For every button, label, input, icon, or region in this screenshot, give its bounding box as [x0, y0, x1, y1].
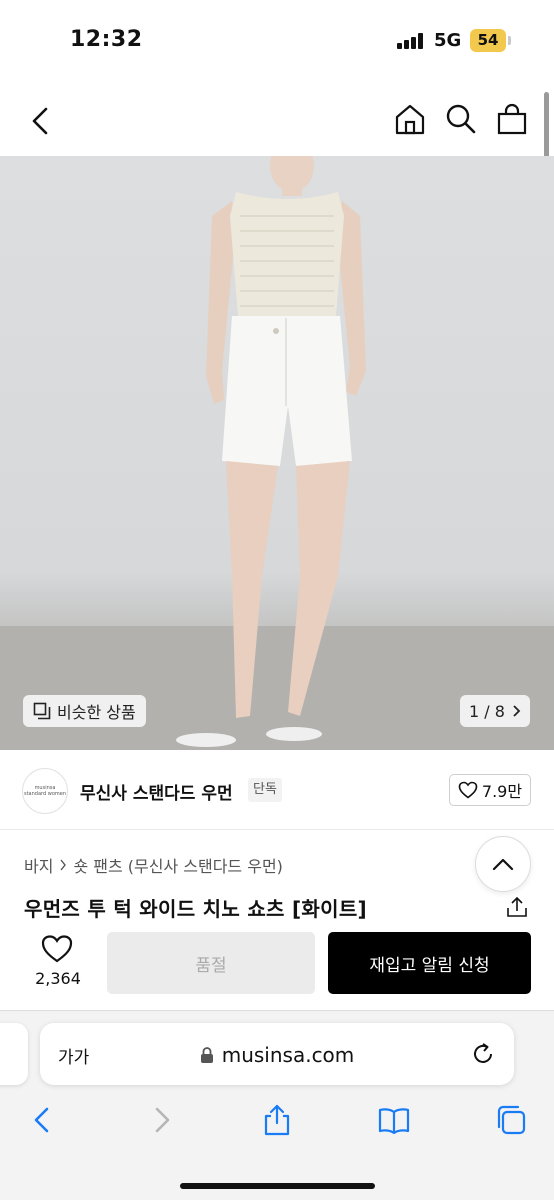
tabs-icon[interactable] — [494, 1103, 528, 1137]
brand-row[interactable]: musinsa standard women 무신사 스탠다드 우먼 단독 7.… — [0, 750, 554, 830]
status-time: 12:32 — [70, 27, 143, 52]
brand-like-count: 7.9만 — [481, 782, 523, 801]
chevron-right-icon — [513, 705, 521, 717]
browser-back-icon[interactable] — [26, 1103, 60, 1137]
product-image-gallery[interactable]: 비슷한 상품 1 / 8 — [0, 156, 554, 750]
reload-icon[interactable] — [470, 1041, 496, 1067]
network-label: 5G — [434, 30, 462, 51]
heart-icon — [458, 781, 478, 799]
breadcrumb-subcategory[interactable]: 숏 팬츠 (무신사 스탠다드 우먼) — [73, 853, 282, 877]
shopping-bag-icon[interactable] — [495, 102, 529, 136]
browser-forward-icon[interactable] — [144, 1103, 178, 1137]
back-icon[interactable] — [26, 104, 56, 138]
status-bar: 12:32 5G 54 — [0, 0, 554, 84]
purchase-bar: 2,364 품절 재입고 알림 신청 — [0, 925, 554, 1010]
breadcrumb: 바지 숏 팬츠 (무신사 스탠다드 우먼) — [24, 853, 283, 877]
brand-name[interactable]: 무신사 스탠다드 우먼 — [80, 779, 233, 804]
previous-tab-peek[interactable] — [0, 1023, 28, 1085]
share-icon[interactable] — [505, 896, 529, 918]
lock-icon — [200, 1047, 213, 1063]
brand-logo[interactable]: musinsa standard women — [22, 768, 68, 814]
chevron-right-icon — [60, 859, 67, 871]
similar-products-label: 비슷한 상품 — [57, 703, 136, 722]
image-page-counter[interactable]: 1 / 8 — [460, 695, 530, 727]
signal-icon — [397, 33, 427, 49]
home-icon[interactable] — [393, 102, 427, 136]
address-bar[interactable]: 가가 musinsa.com — [40, 1023, 514, 1085]
sold-out-button: 품절 — [107, 932, 315, 994]
page-counter-label: 1 / 8 — [469, 701, 505, 721]
browser-share-icon[interactable] — [260, 1103, 294, 1137]
product-title: 우먼즈 투 턱 와이드 치노 쇼츠 [화이트] — [24, 897, 367, 921]
similar-icon — [33, 702, 51, 720]
home-indicator — [180, 1183, 375, 1189]
battery-tip — [508, 36, 511, 45]
wishlist-count: 2,364 — [35, 969, 81, 988]
wishlist-heart-icon[interactable] — [40, 934, 74, 964]
scroll-to-top-button[interactable] — [475, 836, 531, 892]
chevron-up-icon — [492, 858, 514, 871]
restock-notify-button[interactable]: 재입고 알림 신청 — [328, 932, 531, 994]
search-icon[interactable] — [444, 102, 478, 136]
exclusive-badge: 단독 — [248, 778, 282, 802]
breadcrumb-category[interactable]: 바지 — [24, 853, 53, 877]
similar-products-button[interactable]: 비슷한 상품 — [23, 695, 146, 727]
browser-chrome: 가가 musinsa.com — [0, 1010, 554, 1200]
url-text: musinsa.com — [221, 1043, 355, 1067]
nav-header — [0, 84, 554, 156]
battery-icon: 54 — [470, 29, 506, 52]
bookmarks-icon[interactable] — [377, 1103, 411, 1137]
brand-like-button[interactable]: 7.9만 — [449, 774, 531, 806]
product-photo — [0, 156, 554, 750]
url-display[interactable]: musinsa.com — [40, 1043, 514, 1067]
